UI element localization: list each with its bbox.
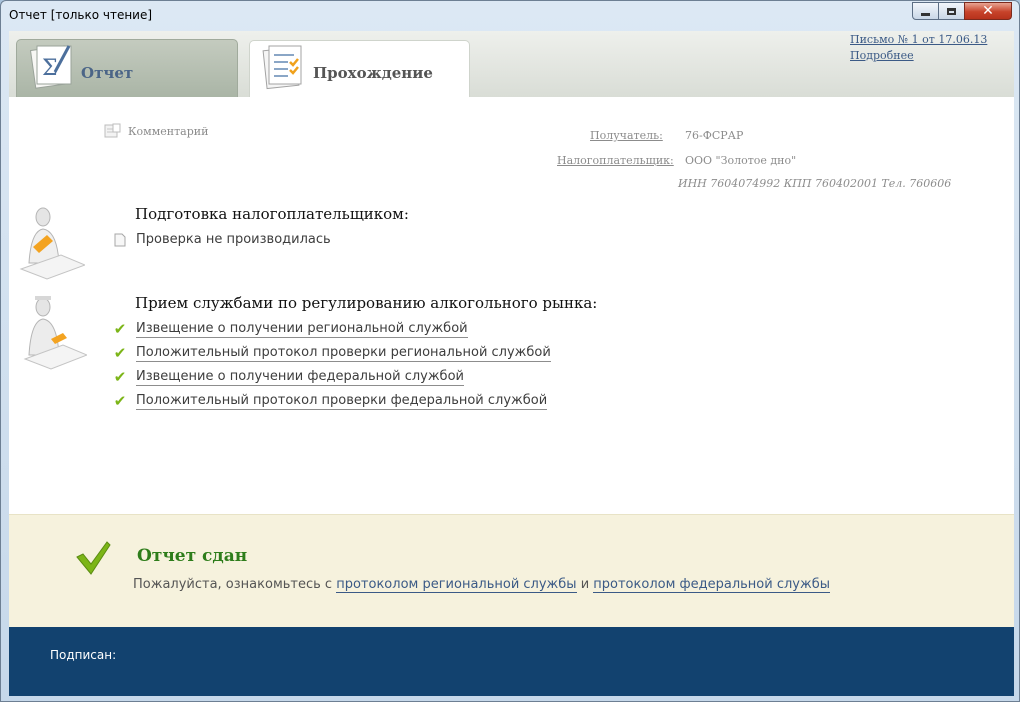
status-panel: Отчет сдан Пожалуйста, ознакомьтесь с пр…: [9, 514, 1014, 628]
check-icon: ✔: [113, 392, 127, 410]
title-bar[interactable]: Отчет [только чтение] ✕: [1, 1, 1019, 29]
taxpayer-figure-icon: [19, 207, 85, 280]
inn-line: ИНН 7604074992 КПП 760402001 Тел. 760606: [678, 177, 952, 190]
window-title: Отчет [только чтение]: [9, 8, 153, 22]
section-title: Подготовка налогоплательщиком:: [135, 205, 409, 223]
main-content: Σ Отчет Прохождение Письмо № 1 от 17.06.…: [9, 31, 1014, 696]
tab-report-label: Отчет: [81, 64, 134, 82]
check-icon: ✔: [113, 344, 127, 362]
item-link[interactable]: Извещение о получении региональной служб…: [136, 321, 468, 338]
sigma-document-icon: Σ: [29, 45, 72, 89]
close-icon: ✕: [982, 3, 994, 19]
app-window: Отчет [только чтение] ✕ Σ Отчет Прохожде…: [0, 0, 1020, 702]
comment-label: Комментарий: [128, 124, 209, 138]
status-prefix: Пожалуйста, ознакомьтесь с: [133, 577, 337, 592]
maximize-button[interactable]: [938, 2, 965, 20]
tab-progress-label: Прохождение: [313, 64, 433, 82]
checklist-document-icon: [262, 45, 302, 90]
minimize-button[interactable]: [912, 2, 939, 20]
federal-protocol-link[interactable]: протоколом федеральной службы: [593, 577, 830, 593]
item-text: Проверка не производилась: [136, 232, 331, 247]
list-item: Проверка не производилась: [113, 232, 331, 248]
regional-protocol-link[interactable]: протоколом региональной службы: [336, 577, 577, 593]
signature-footer: Подписан:: [9, 627, 1014, 696]
comment-icon: [104, 123, 121, 138]
big-check-icon: [76, 541, 111, 575]
maximize-icon: [947, 7, 956, 15]
close-button[interactable]: ✕: [964, 2, 1012, 20]
check-icon: ✔: [113, 320, 127, 338]
details-link[interactable]: Подробнее: [850, 49, 914, 62]
section-title: Прием службами по регулированию алкоголь…: [135, 294, 598, 312]
tab-bar: Σ Отчет Прохождение Письмо № 1 от 17.06.…: [9, 31, 1014, 97]
tab-progress[interactable]: Прохождение: [249, 40, 470, 97]
list-item[interactable]: ✔ Извещение о получении федеральной служ…: [113, 369, 464, 386]
letter-link[interactable]: Письмо № 1 от 17.06.13: [850, 33, 987, 46]
document-icon: [114, 233, 126, 247]
service-figure-icon: [23, 296, 87, 370]
minimize-icon: [921, 13, 930, 16]
list-item[interactable]: ✔ Извещение о получении региональной слу…: [113, 321, 468, 338]
status-title: Отчет сдан: [137, 546, 248, 566]
check-icon: ✔: [113, 368, 127, 386]
tab-report[interactable]: Σ Отчет: [16, 39, 238, 97]
comment-button[interactable]: Комментарий: [104, 123, 208, 139]
recipient-value: 76-ФСРАР: [685, 129, 744, 142]
taxpayer-value: ООО "Золотое дно": [685, 154, 797, 167]
item-link[interactable]: Извещение о получении федеральной службо…: [136, 369, 464, 386]
item-link[interactable]: Положительный протокол проверки федераль…: [136, 393, 548, 410]
status-message: Пожалуйста, ознакомьтесь с протоколом ре…: [133, 577, 830, 593]
signed-label: Подписан:: [50, 648, 117, 662]
status-connector: и: [576, 577, 594, 592]
list-item[interactable]: ✔ Положительный протокол проверки федера…: [113, 392, 548, 410]
item-link[interactable]: Положительный протокол проверки регионал…: [136, 345, 551, 362]
taxpayer-label: Налогоплательщик:: [557, 154, 674, 167]
recipient-label: Получатель:: [590, 129, 663, 142]
list-item[interactable]: ✔ Положительный протокол проверки регион…: [113, 345, 551, 362]
